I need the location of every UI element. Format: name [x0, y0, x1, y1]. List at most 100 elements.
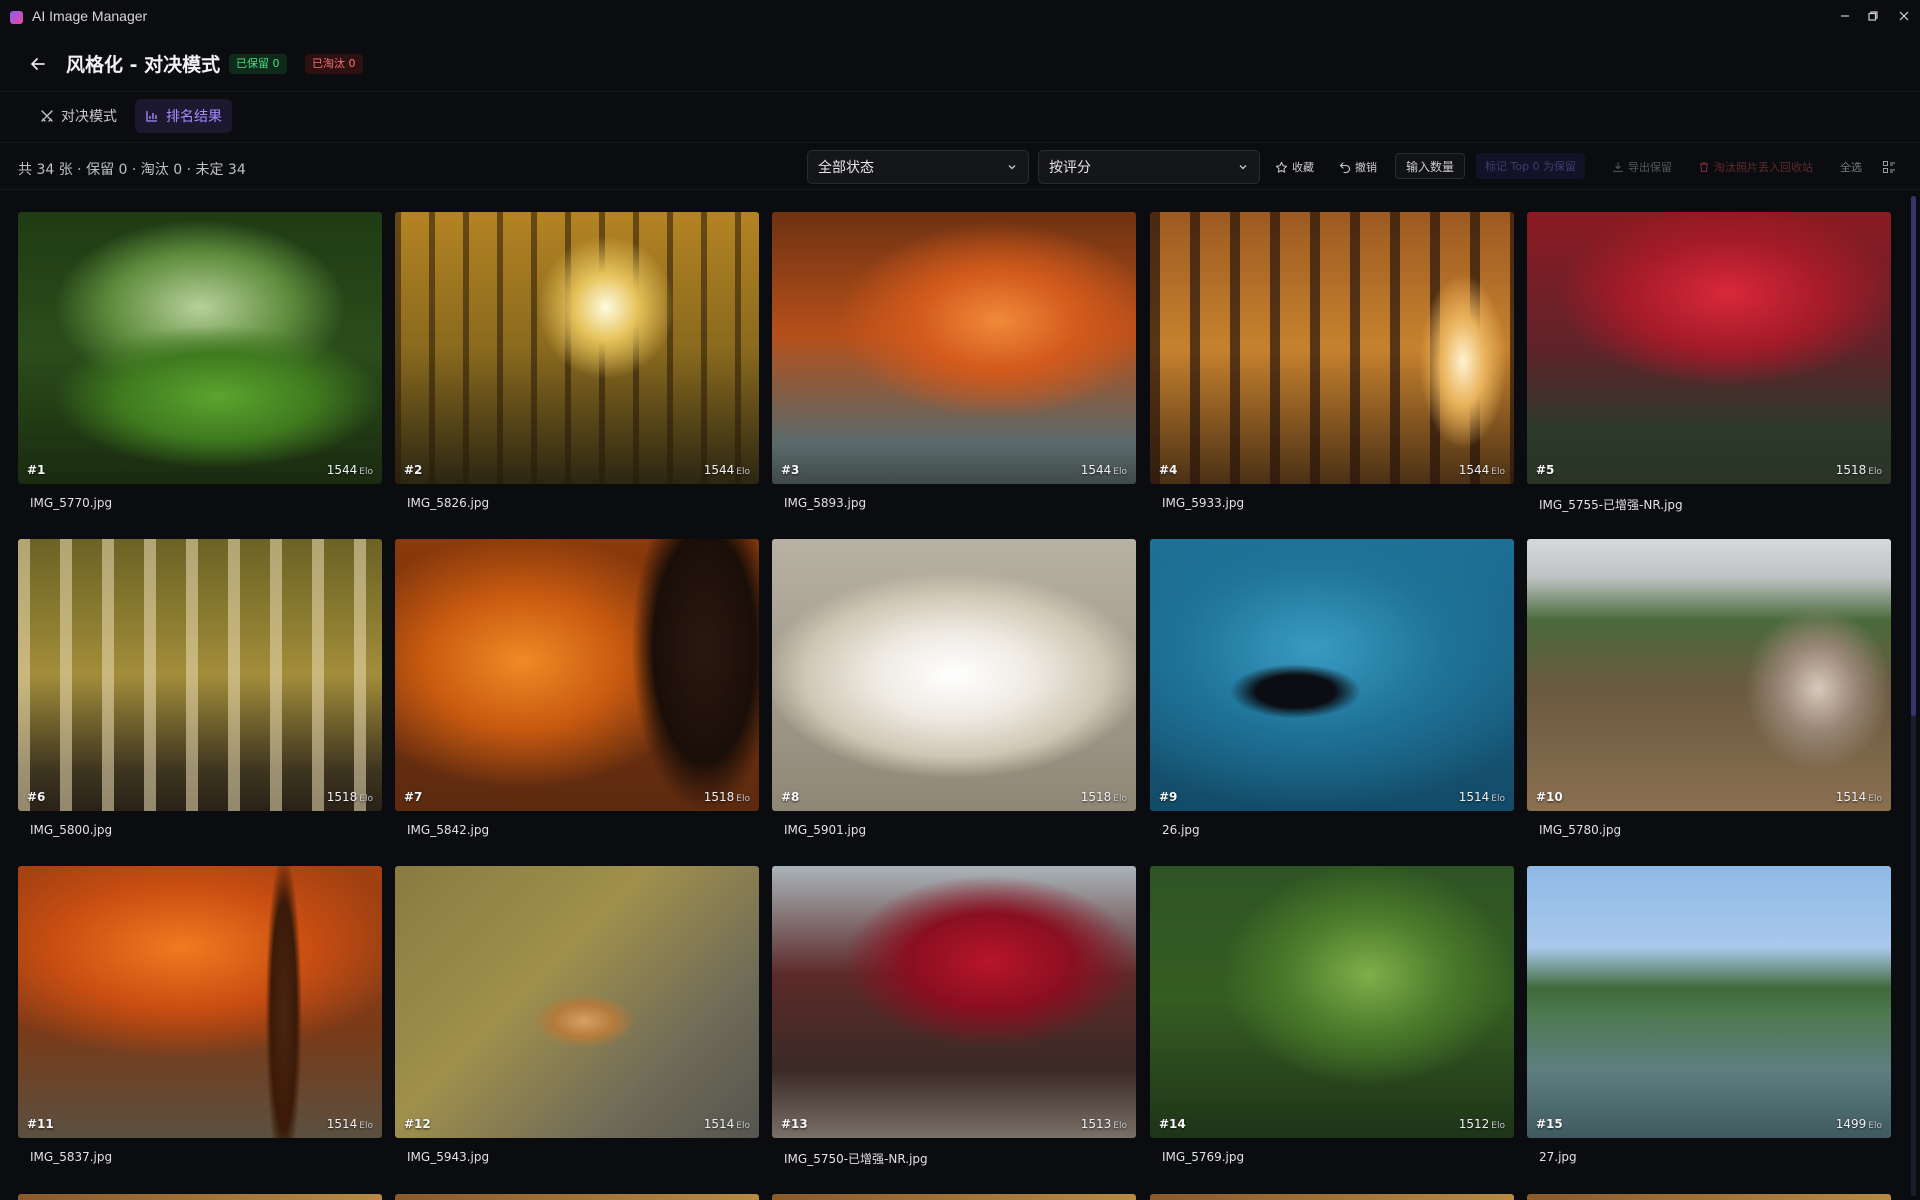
- photo-thumbnail[interactable]: #12 1514 Elo: [395, 866, 759, 1138]
- photo-thumbnail[interactable]: #14 1512 Elo: [1150, 866, 1514, 1138]
- rank-label: #15: [1536, 1117, 1563, 1131]
- file-name: IMG_5770.jpg: [30, 496, 113, 510]
- score-label: 1514 Elo: [1835, 790, 1882, 804]
- file-name: IMG_5893.jpg: [784, 496, 867, 510]
- photo-thumbnail[interactable]: #5 1518 Elo: [1527, 212, 1891, 484]
- input-count-field[interactable]: 输入数量: [1395, 153, 1465, 179]
- photo-thumbnail[interactable]: #13 1513 Elo: [772, 866, 1136, 1138]
- photo-thumbnail[interactable]: #11 1514 Elo: [18, 866, 382, 1138]
- file-name: IMG_5837.jpg: [30, 1150, 113, 1164]
- app-logo-icon: [10, 11, 23, 24]
- scrollbar[interactable]: [1911, 196, 1916, 1196]
- file-name: IMG_5800.jpg: [30, 823, 113, 837]
- bar-chart-icon: [146, 111, 157, 122]
- restore-icon[interactable]: [1862, 6, 1884, 26]
- photo-thumbnail[interactable]: #6 1518 Elo: [18, 539, 382, 811]
- toolbar: 共 34 张 · 保留 0 · 淘汰 0 · 未定 34 全部状态 按评分 收藏…: [0, 144, 1920, 190]
- score-label: 1518 Elo: [1080, 790, 1127, 804]
- layout-toggle-button[interactable]: [1882, 156, 1896, 178]
- file-name: 26.jpg: [1162, 823, 1200, 837]
- score-label: 1514 Elo: [703, 1117, 750, 1131]
- mark-top-button[interactable]: 标记 Top 0 为保留: [1476, 153, 1586, 179]
- favorite-button[interactable]: 收藏: [1275, 156, 1314, 178]
- photo-thumbnail[interactable]: #1 1544 Elo: [18, 212, 382, 484]
- scrollbar-thumb[interactable]: [1911, 196, 1916, 716]
- score-label: 1518 Elo: [703, 790, 750, 804]
- score-label: 1544 Elo: [703, 463, 750, 477]
- rank-label: #11: [27, 1117, 54, 1131]
- photo-thumbnail-partial[interactable]: [395, 1194, 759, 1200]
- rank-label: #1: [27, 463, 46, 477]
- score-label: 1514 Elo: [326, 1117, 373, 1131]
- page-title: 风格化 - 对决模式: [66, 54, 221, 76]
- sort-select[interactable]: 按评分: [1038, 150, 1260, 184]
- photo-thumbnail-partial[interactable]: [18, 1194, 382, 1200]
- back-button[interactable]: [24, 50, 52, 78]
- photo-thumbnail[interactable]: #7 1518 Elo: [395, 539, 759, 811]
- minimize-icon[interactable]: [1834, 6, 1856, 26]
- status-filter-select[interactable]: 全部状态: [807, 150, 1029, 184]
- photo-thumbnail[interactable]: #3 1544 Elo: [772, 212, 1136, 484]
- rank-label: #7: [404, 790, 423, 804]
- swords-icon: [41, 110, 53, 122]
- score-label: 1544 Elo: [1080, 463, 1127, 477]
- move-to-trash-button[interactable]: 淘汰照片丢入回收站: [1698, 156, 1813, 178]
- score-label: 1544 Elo: [1458, 463, 1505, 477]
- undo-label: 撤销: [1355, 161, 1377, 174]
- sort-value: 按评分: [1049, 160, 1091, 176]
- title-bar: AI Image Manager: [0, 0, 1920, 34]
- star-icon: [1275, 161, 1288, 173]
- file-name: IMG_5901.jpg: [784, 823, 867, 837]
- rank-label: #4: [1159, 463, 1178, 477]
- download-icon: [1613, 162, 1623, 173]
- score-label: 1499 Elo: [1835, 1117, 1882, 1131]
- move-to-trash-label: 淘汰照片丢入回收站: [1714, 161, 1813, 174]
- photo-grid: #1 1544 Elo IMG_5770.jpg #2 1544 Elo IMG_5…: [18, 212, 1892, 1200]
- select-all-button[interactable]: 全选: [1840, 156, 1862, 178]
- rank-label: #14: [1159, 1117, 1186, 1131]
- photo-thumbnail[interactable]: #15 1499 Elo: [1527, 866, 1891, 1138]
- rank-label: #2: [404, 463, 423, 477]
- list-layout-icon: [1883, 161, 1895, 173]
- photo-thumbnail-partial[interactable]: [1150, 1194, 1514, 1200]
- file-name: 27.jpg: [1539, 1150, 1577, 1164]
- photo-thumbnail-partial[interactable]: [1527, 1194, 1891, 1200]
- eliminated-badge: 已淘汰 0: [305, 54, 363, 74]
- export-kept-label: 导出保留: [1628, 161, 1672, 174]
- file-name: IMG_5755-已增强-NR.jpg: [1539, 498, 1683, 512]
- score-label: 1544 Elo: [326, 463, 373, 477]
- kept-badge: 已保留 0: [229, 54, 287, 74]
- photo-thumbnail-partial[interactable]: [772, 1194, 1136, 1200]
- file-name: IMG_5943.jpg: [407, 1150, 490, 1164]
- file-name: IMG_5750-已增强-NR.jpg: [784, 1152, 928, 1166]
- export-kept-button[interactable]: 导出保留: [1612, 156, 1672, 178]
- undo-button[interactable]: 撤销: [1339, 156, 1377, 178]
- photo-thumbnail[interactable]: #9 1514 Elo: [1150, 539, 1514, 811]
- page-header: 风格化 - 对决模式 已保留 0 已淘汰 0: [0, 34, 1920, 92]
- tab-duel-mode[interactable]: 对决模式: [30, 99, 127, 133]
- rank-label: #8: [781, 790, 800, 804]
- app-title: AI Image Manager: [32, 8, 148, 24]
- tab-ranking-label: 排名结果: [166, 109, 222, 125]
- file-name: IMG_5842.jpg: [407, 823, 490, 837]
- rank-label: #10: [1536, 790, 1563, 804]
- photo-thumbnail[interactable]: #8 1518 Elo: [772, 539, 1136, 811]
- arrow-left-icon: [31, 58, 45, 70]
- rank-label: #6: [27, 790, 46, 804]
- tab-bar: 对决模式 排名结果: [0, 93, 1920, 143]
- photo-thumbnail[interactable]: #2 1544 Elo: [395, 212, 759, 484]
- file-name: IMG_5826.jpg: [407, 496, 490, 510]
- rank-label: #5: [1536, 463, 1555, 477]
- tab-ranking-results[interactable]: 排名结果: [135, 99, 232, 133]
- photo-thumbnail[interactable]: #4 1544 Elo: [1150, 212, 1514, 484]
- favorite-label: 收藏: [1292, 161, 1314, 174]
- trash-icon: [1700, 162, 1708, 173]
- rank-label: #9: [1159, 790, 1178, 804]
- summary-text: 共 34 张 · 保留 0 · 淘汰 0 · 未定 34: [18, 162, 246, 178]
- file-name: IMG_5933.jpg: [1162, 496, 1245, 510]
- score-label: 1514 Elo: [1458, 790, 1505, 804]
- undo-icon: [1339, 162, 1351, 173]
- photo-thumbnail[interactable]: #10 1514 Elo: [1527, 539, 1891, 811]
- score-label: 1518 Elo: [1835, 463, 1882, 477]
- close-icon[interactable]: [1893, 6, 1915, 26]
